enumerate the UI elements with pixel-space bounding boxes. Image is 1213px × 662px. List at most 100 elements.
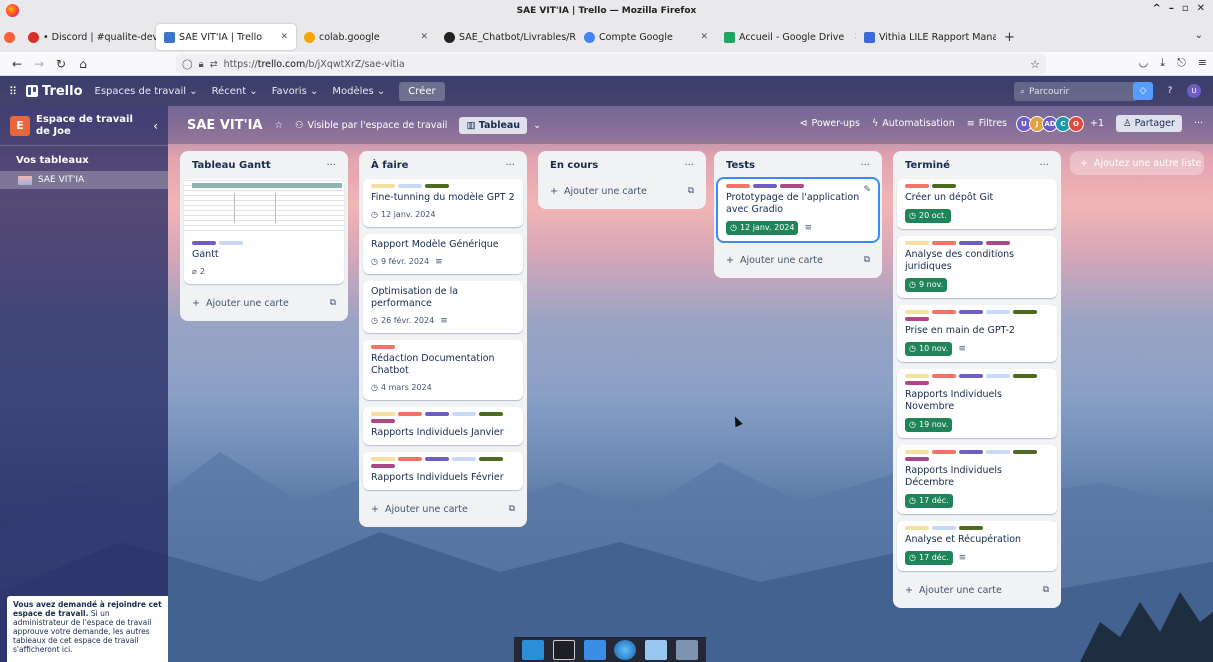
filters-button[interactable]: ≡ Filtres [967,118,1007,129]
board-members[interactable]: U J AD C O [1016,115,1084,132]
label-chip[interactable] [905,457,929,461]
label-chip[interactable] [959,450,983,454]
search-input[interactable]: ⌕ Parcourir [1014,82,1138,101]
label-chip[interactable] [986,310,1010,314]
list-header[interactable]: Tableau Gantt ··· [184,151,344,179]
tab-google-account[interactable]: Compte Google ✕ [576,24,716,50]
label-chip[interactable] [398,184,422,188]
trello-logo[interactable]: Trello [26,84,83,99]
label-chip[interactable] [905,374,929,378]
label-chip[interactable] [1013,450,1037,454]
list-all-tabs-button[interactable]: ⌄ [1195,30,1203,41]
bookmark-star-icon[interactable]: ☆ [1030,58,1040,71]
card[interactable]: Gantt ⌀ 2 [184,179,344,284]
due-date-badge[interactable]: ◷ 10 nov. [905,342,953,356]
create-from-template-icon[interactable]: ⧉ [330,298,336,308]
menu-templates[interactable]: Modèles ⌄ [332,86,385,97]
list-title[interactable]: Tests [726,160,755,171]
list-menu-icon[interactable]: ··· [326,160,336,171]
add-card-button[interactable]: + Ajouter une carte ⧉ [718,248,878,272]
url-bar[interactable]: ◯ 🔒︎ ⇄ https://trello.com/b/jXqwtXrZ/sae… [176,54,1046,74]
search-app-icon[interactable] [644,639,667,660]
tab-github[interactable]: SAE_Chatbot/Livrables/R.. ✕ [436,24,576,50]
card[interactable]: Analyse des conditions juridiques ◷ 9 nov. [897,236,1057,298]
card-labels[interactable] [192,241,336,245]
label-chip[interactable] [398,412,422,416]
label-chip[interactable] [932,310,956,314]
notifications-icon[interactable]: ◇ [1133,82,1153,100]
tab-discord[interactable]: • Discord | #qualite-dev ✕ [20,24,156,50]
card-labels[interactable] [371,412,515,423]
card[interactable]: Analyse et Récupération ◷ 17 déc. ≡ [897,521,1057,571]
list-header[interactable]: Terminé ··· [897,151,1057,179]
label-chip[interactable] [398,457,422,461]
due-date-badge[interactable]: ◷ 9 févr. 2024 [371,256,429,268]
card[interactable]: Rapports Individuels Décembre ◷ 17 déc. [897,445,1057,514]
tab-google-drive[interactable]: Accueil - Google Drive ✕ [716,24,856,50]
label-chip[interactable] [932,241,956,245]
card-labels[interactable] [371,345,515,349]
create-from-template-icon[interactable]: ⧉ [864,255,870,265]
reload-icon[interactable]: ↻ [50,57,72,71]
label-chip[interactable] [780,184,804,188]
label-chip[interactable] [932,450,956,454]
menu-starred[interactable]: Favoris ⌄ [272,86,319,97]
label-chip[interactable] [932,184,956,188]
folder-icon[interactable] [675,639,698,660]
member-avatar[interactable]: O [1068,115,1084,132]
label-chip[interactable] [219,241,243,245]
menu-recent[interactable]: Récent ⌄ [212,86,258,97]
terminal-icon[interactable] [552,639,575,660]
workspace-name[interactable]: Espace de travail de Joe [36,114,147,138]
star-board-icon[interactable]: ☆ [274,120,283,131]
views-dropdown-icon[interactable]: ⌄ [533,120,541,131]
add-list-button[interactable]: + Ajoutez une autre liste [1070,151,1204,175]
label-chip[interactable] [1013,310,1037,314]
label-chip[interactable] [959,310,983,314]
create-from-template-icon[interactable]: ⧉ [509,504,515,514]
app-switcher-icon[interactable]: ⠿ [0,85,26,98]
list-header[interactable]: À faire ··· [363,151,523,179]
card[interactable]: Rapports Individuels Novembre ◷ 19 nov. [897,369,1057,438]
card[interactable]: Rapport Modèle Générique ◷ 9 févr. 2024 ≡ [363,234,523,274]
list-menu-icon[interactable]: ··· [684,160,694,171]
label-chip[interactable] [479,457,503,461]
card[interactable]: Rapports Individuels Février [363,452,523,490]
list-menu-icon[interactable]: ··· [505,160,515,171]
board-title[interactable]: SAE VIT'IA [187,118,262,133]
add-card-button[interactable]: + Ajouter une carte ⧉ [897,578,1057,602]
visibility-button[interactable]: ⚇ Visible par l'espace de travail [295,120,447,131]
home-icon[interactable]: ⌂ [72,57,94,71]
user-avatar[interactable]: U [1187,84,1201,98]
label-chip[interactable] [959,526,983,530]
due-date-badge[interactable]: ◷ 12 janv. 2024 [726,221,799,235]
members-extra-count[interactable]: +1 [1090,118,1104,129]
label-chip[interactable] [479,412,503,416]
menu-workspaces[interactable]: Espaces de travail ⌄ [95,86,198,97]
tab-close-icon[interactable]: ✕ [848,32,856,42]
add-card-button[interactable]: + Ajouter une carte ⧉ [363,497,523,521]
automation-button[interactable]: ϟ Automatisation [872,118,955,129]
label-chip[interactable] [905,526,929,530]
tab-close-icon[interactable]: ✕ [274,32,288,42]
window-shade-button[interactable]: ^ [1152,3,1160,14]
due-date-badge[interactable]: ◷ 20 oct. [905,209,951,223]
create-from-template-icon[interactable]: ⧉ [1043,585,1049,595]
label-chip[interactable] [1013,374,1037,378]
due-date-badge[interactable]: ◷ 17 déc. [905,494,953,508]
firefox-view-icon[interactable] [4,24,20,50]
card[interactable]: Rédaction Documentation Chatbot ◷ 4 mars 2… [363,340,523,400]
card-labels[interactable] [905,310,1049,321]
label-chip[interactable] [905,241,929,245]
label-chip[interactable] [932,374,956,378]
label-chip[interactable] [905,450,929,454]
label-chip[interactable] [452,457,476,461]
label-chip[interactable] [371,457,395,461]
label-chip[interactable] [986,241,1010,245]
web-browser-icon[interactable] [614,639,637,660]
help-icon[interactable]: ? [1161,82,1179,100]
label-chip[interactable] [425,184,449,188]
due-date-badge[interactable]: ◷ 12 janv. 2024 [371,209,435,221]
collapse-sidebar-icon[interactable]: ‹ [153,119,158,133]
window-close-button[interactable]: ✕ [1197,3,1205,14]
